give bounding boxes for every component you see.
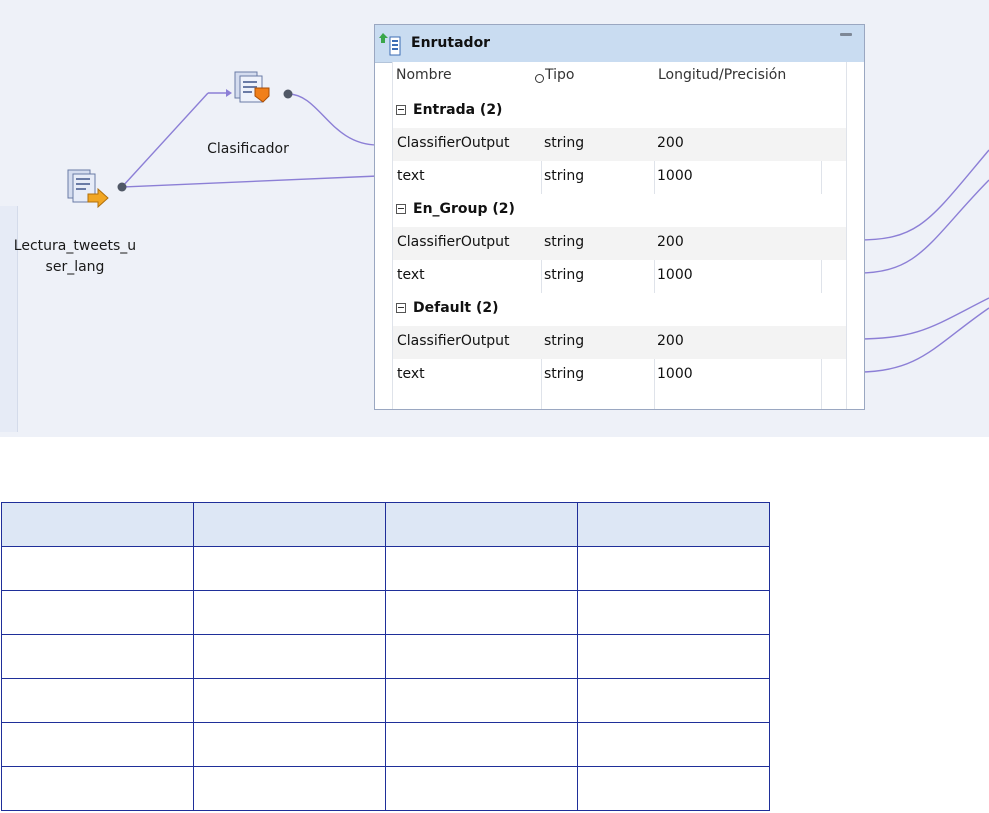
router-title-bar[interactable]: Enrutador <box>375 25 864 63</box>
table-cell[interactable] <box>1 546 194 591</box>
table-cell[interactable] <box>193 590 386 635</box>
table-cell[interactable] <box>193 678 386 723</box>
group-label: En_Group (2) <box>413 201 515 217</box>
port-length: 1000 <box>657 366 693 382</box>
group-en-group[interactable]: En_Group (2) <box>393 194 847 227</box>
port-row[interactable]: text string 1000 <box>393 260 847 293</box>
table-cell[interactable] <box>577 678 770 723</box>
port-type: string <box>544 366 585 382</box>
mapping-canvas[interactable]: Lectura_tweets_u ser_lang Clasificador E… <box>0 0 989 437</box>
table-cell[interactable] <box>1 722 194 767</box>
port-type: string <box>544 135 585 151</box>
table-cell[interactable] <box>1 678 194 723</box>
table-cell[interactable] <box>577 766 770 811</box>
port-row[interactable]: text string 1000 <box>393 161 847 194</box>
table-cell[interactable] <box>577 722 770 767</box>
port-length: 200 <box>657 234 684 250</box>
collapse-icon[interactable] <box>396 105 406 115</box>
group-default[interactable]: Default (2) <box>393 293 847 326</box>
table-cell[interactable] <box>193 766 386 811</box>
port-row[interactable]: ClassifierOutput string 200 <box>393 128 847 161</box>
table-cell[interactable] <box>1 590 194 635</box>
vertical-scrollbar[interactable] <box>846 62 864 409</box>
router-title: Enrutador <box>411 35 491 51</box>
table-cell[interactable] <box>385 634 578 679</box>
collapse-icon[interactable] <box>396 303 406 313</box>
table-cell[interactable] <box>577 634 770 679</box>
port-name: text <box>397 366 425 382</box>
table-cell[interactable] <box>193 546 386 591</box>
table-cell[interactable] <box>1 634 194 679</box>
port-length: 200 <box>657 333 684 349</box>
minimize-icon[interactable] <box>840 33 852 36</box>
port-name: text <box>397 168 425 184</box>
table-cell[interactable] <box>1 502 194 547</box>
group-entrada[interactable]: Entrada (2) <box>393 95 847 128</box>
table-cell[interactable] <box>193 634 386 679</box>
column-header-length[interactable]: Longitud/Precisión <box>658 67 786 83</box>
table-cell[interactable] <box>385 590 578 635</box>
source-node-label: Lectura_tweets_u ser_lang <box>13 238 137 275</box>
classifier-node-label: Clasificador <box>207 141 289 157</box>
table-cell[interactable] <box>385 502 578 547</box>
port-type: string <box>544 267 585 283</box>
port-type: string <box>544 168 585 184</box>
port-type: string <box>544 333 585 349</box>
classifier-icon[interactable] <box>233 70 275 114</box>
table-row <box>1 678 770 723</box>
table-header-row <box>1 502 770 547</box>
port-length: 200 <box>657 135 684 151</box>
group-label: Default (2) <box>413 300 499 316</box>
sort-icon[interactable] <box>535 74 544 83</box>
table-row <box>1 546 770 591</box>
port-name: ClassifierOutput <box>397 333 510 349</box>
port-name: ClassifierOutput <box>397 135 510 151</box>
table-cell[interactable] <box>385 546 578 591</box>
table-row <box>1 590 770 635</box>
port-length: 1000 <box>657 267 693 283</box>
port-row[interactable]: ClassifierOutput string 200 <box>393 227 847 260</box>
port-name: text <box>397 267 425 283</box>
table-row <box>1 634 770 679</box>
table-cell[interactable] <box>1 766 194 811</box>
column-header-type[interactable]: Tipo <box>545 67 574 83</box>
ports-header: Nombre Tipo Longitud/Precisión <box>393 62 864 96</box>
column-header-name[interactable]: Nombre <box>396 67 452 83</box>
table-cell[interactable] <box>193 722 386 767</box>
port-name: ClassifierOutput <box>397 234 510 250</box>
router-transformation[interactable]: Enrutador Nombre Tipo Longitud/Precisión… <box>374 24 865 410</box>
table-row <box>1 766 770 811</box>
port-length: 1000 <box>657 168 693 184</box>
router-icon <box>379 31 407 61</box>
table-cell[interactable] <box>385 678 578 723</box>
table-cell[interactable] <box>577 502 770 547</box>
empty-table <box>1 502 770 811</box>
port-row[interactable]: text string 1000 <box>393 359 847 392</box>
table-cell[interactable] <box>577 546 770 591</box>
table-cell[interactable] <box>385 766 578 811</box>
table-cell[interactable] <box>385 722 578 767</box>
table-row <box>1 722 770 767</box>
group-label: Entrada (2) <box>413 102 503 118</box>
port-row[interactable]: ClassifierOutput string 200 <box>393 326 847 359</box>
port-type: string <box>544 234 585 250</box>
source-icon[interactable] <box>64 168 112 212</box>
collapse-icon[interactable] <box>396 204 406 214</box>
table-cell[interactable] <box>193 502 386 547</box>
table-cell[interactable] <box>577 590 770 635</box>
